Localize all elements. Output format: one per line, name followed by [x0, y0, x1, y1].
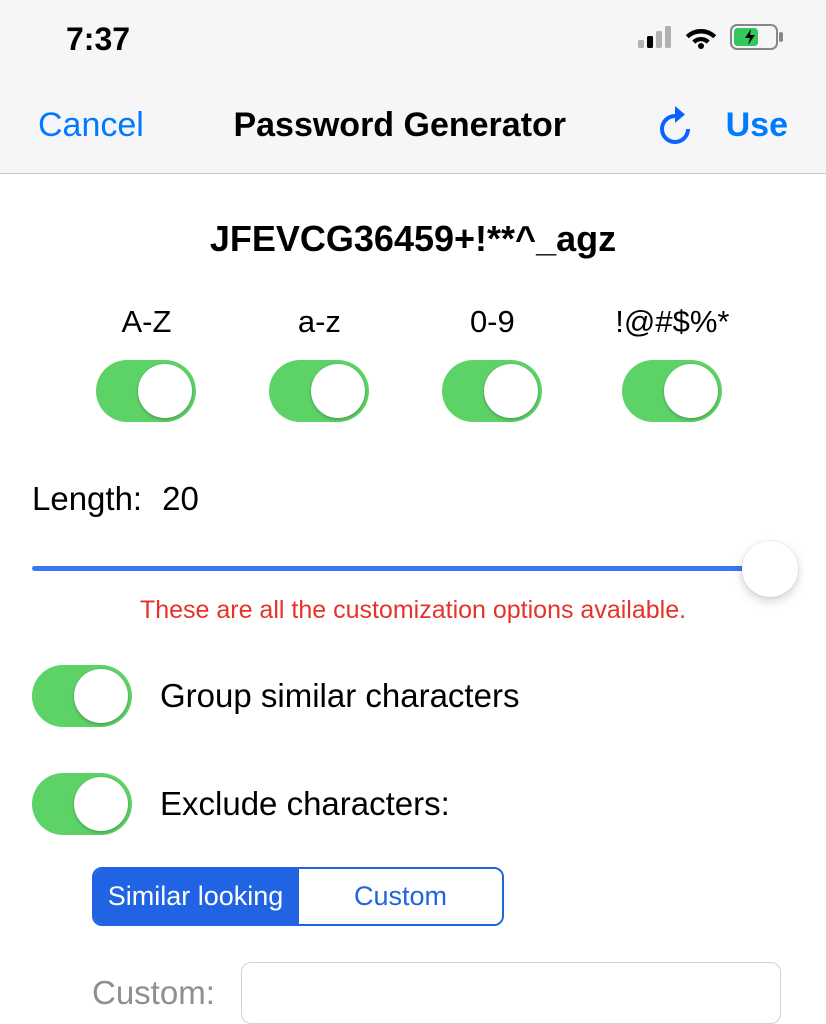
exclude-characters-label: Exclude characters: — [160, 785, 450, 823]
segment-similar-looking[interactable]: Similar looking — [94, 869, 297, 924]
status-bar: 7:37 — [0, 0, 826, 78]
custom-exclude-label: Custom: — [92, 974, 215, 1012]
cancel-button[interactable]: Cancel — [38, 106, 144, 145]
length-value: 20 — [162, 480, 199, 518]
charset-toggles: A-Z a-z 0-9 !@#$%* — [32, 304, 794, 442]
length-label: Length: — [32, 480, 142, 518]
battery-charging-icon — [730, 24, 784, 55]
length-row: Length: 20 — [32, 442, 794, 538]
charset-label-lower: a-z — [298, 304, 341, 340]
charset-toggle-digits[interactable] — [442, 360, 542, 422]
nav-bar: Cancel Password Generator Use — [0, 78, 826, 174]
segment-custom[interactable]: Custom — [297, 869, 502, 924]
charset-toggle-upper[interactable] — [96, 360, 196, 422]
wifi-icon — [684, 25, 718, 54]
exclude-mode-segmented[interactable]: Similar looking Custom — [92, 867, 504, 926]
regenerate-button[interactable] — [656, 104, 694, 148]
use-button[interactable]: Use — [726, 106, 788, 145]
status-time: 7:37 — [66, 21, 130, 58]
charset-label-upper: A-Z — [122, 304, 172, 340]
group-similar-toggle[interactable] — [32, 665, 132, 727]
page-title: Password Generator — [144, 106, 656, 145]
cellular-icon — [638, 26, 672, 53]
charset-toggle-symbols[interactable] — [622, 360, 722, 422]
charset-label-digits: 0-9 — [470, 304, 515, 340]
custom-exclude-input[interactable] — [241, 962, 781, 1024]
group-similar-label: Group similar characters — [160, 677, 519, 715]
generated-password: JFEVCG36459+!**^_agz — [32, 174, 794, 304]
length-slider[interactable] — [0, 538, 826, 598]
status-icons — [638, 24, 784, 55]
exclude-characters-toggle[interactable] — [32, 773, 132, 835]
charset-label-symbols: !@#$%* — [615, 304, 729, 340]
customization-note: These are all the customization options … — [32, 596, 794, 625]
charset-toggle-lower[interactable] — [269, 360, 369, 422]
